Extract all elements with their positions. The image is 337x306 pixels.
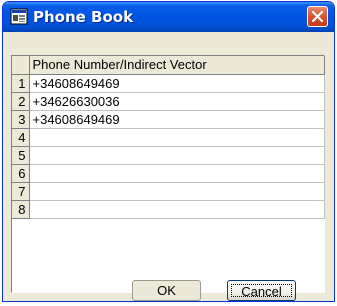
row-header[interactable]: 7 <box>12 182 30 201</box>
table-row: 3 +34608649469 <box>12 110 325 129</box>
phone-number-cell[interactable]: +34608649469 <box>29 110 325 129</box>
close-icon <box>312 11 323 22</box>
ok-button[interactable]: OK <box>132 280 201 301</box>
table-row: 4 <box>12 128 325 147</box>
table-row: 6 <box>12 164 325 183</box>
phone-book-icon <box>10 8 28 25</box>
row-header[interactable]: 5 <box>12 146 30 165</box>
grid-corner[interactable] <box>12 56 30 75</box>
row-header[interactable]: 8 <box>12 200 30 219</box>
column-header-phone-number[interactable]: Phone Number/Indirect Vector <box>29 56 325 75</box>
phone-number-cell[interactable] <box>29 182 325 201</box>
table-row: 2 +34626630036 <box>12 92 325 111</box>
dialog-client-area: Phone Number/Indirect Vector 1 +34608649… <box>6 32 331 301</box>
cancel-button[interactable]: Cancel <box>227 280 296 301</box>
window-title: Phone Book <box>33 8 134 26</box>
table-row: 8 <box>12 200 325 219</box>
phone-number-grid[interactable]: Phone Number/Indirect Vector 1 +34608649… <box>11 55 325 293</box>
row-header[interactable]: 4 <box>12 128 30 147</box>
phone-number-cell[interactable]: +34626630036 <box>29 92 325 111</box>
title-bar[interactable]: Phone Book <box>3 2 334 32</box>
cancel-button-label: Cancel <box>231 284 292 298</box>
row-header[interactable]: 3 <box>12 110 30 129</box>
phone-number-cell[interactable] <box>29 164 325 183</box>
row-header[interactable]: 2 <box>12 92 30 111</box>
table-row: 1 +34608649469 <box>12 74 325 93</box>
phone-number-cell[interactable]: +34608649469 <box>29 74 325 93</box>
phone-table: Phone Number/Indirect Vector 1 +34608649… <box>12 56 325 219</box>
row-header[interactable]: 6 <box>12 164 30 183</box>
phone-number-cell[interactable] <box>29 200 325 219</box>
phone-number-cell[interactable] <box>29 146 325 165</box>
phone-book-dialog: Phone Book Phone Number/Indirect Vector … <box>2 1 335 302</box>
close-button[interactable] <box>307 6 328 27</box>
phone-number-cell[interactable] <box>29 128 325 147</box>
row-header[interactable]: 1 <box>12 74 30 93</box>
table-row: 5 <box>12 146 325 165</box>
table-row: 7 <box>12 182 325 201</box>
